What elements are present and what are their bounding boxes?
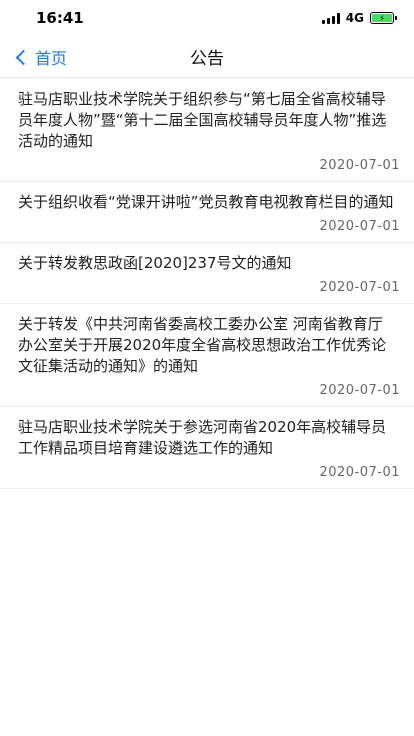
- notice-date: 2020-07-01: [319, 219, 400, 234]
- notice-date: 2020-07-01: [319, 465, 400, 480]
- notice-title: 关于转发教思政函[2020]237号文的通知: [18, 254, 292, 272]
- back-label: 首页: [35, 49, 68, 68]
- list-item[interactable]: 驻马店职业技术学院关于参选河南省2020年高校辅导员工作精品项目培育建设遴选工作…: [0, 407, 414, 489]
- network-type: 4G: [345, 11, 364, 25]
- page-title: 公告: [190, 49, 224, 69]
- list-item[interactable]: 驻马店职业技术学院关于组织参与“第七届全省高校辅导员年度人物”暨“第十二届全国高…: [0, 79, 414, 182]
- battery-charging-icon: ⚡: [372, 14, 392, 23]
- status-time: 16:41: [36, 9, 84, 27]
- status-indicators: 4G ⚡: [321, 11, 397, 25]
- notice-title: 驻马店职业技术学院关于组织参与“第七届全省高校辅导员年度人物”暨“第十二届全国高…: [18, 90, 387, 150]
- notice-list: 驻马店职业技术学院关于组织参与“第七届全省高校辅导员年度人物”暨“第十二届全国高…: [0, 79, 414, 489]
- notice-title: 关于转发《中共河南省委高校工委办公室 河南省教育厅办公室关于开展2020年度全省…: [18, 315, 387, 375]
- notice-title: 驻马店职业技术学院关于参选河南省2020年高校辅导员工作精品项目培育建设遴选工作…: [18, 418, 387, 457]
- nav-bar: 首页 公告: [0, 36, 414, 78]
- status-bar: 16:41 4G ⚡: [0, 0, 414, 36]
- chevron-left-icon: [15, 49, 32, 65]
- signal-icon: [321, 12, 340, 24]
- notice-title: 关于组织收看“党课开讲啦”党员教育电视教育栏目的通知: [18, 193, 394, 211]
- notice-date: 2020-07-01: [319, 158, 400, 173]
- notice-date: 2020-07-01: [319, 383, 400, 398]
- battery-icon: ⚡: [370, 12, 397, 24]
- back-button[interactable]: 首页: [14, 36, 67, 78]
- list-item[interactable]: 关于转发《中共河南省委高校工委办公室 河南省教育厅办公室关于开展2020年度全省…: [0, 304, 414, 407]
- list-item[interactable]: 关于转发教思政函[2020]237号文的通知 2020-07-01: [0, 243, 414, 304]
- notice-date: 2020-07-01: [319, 280, 400, 295]
- list-item[interactable]: 关于组织收看“党课开讲啦”党员教育电视教育栏目的通知 2020-07-01: [0, 182, 414, 243]
